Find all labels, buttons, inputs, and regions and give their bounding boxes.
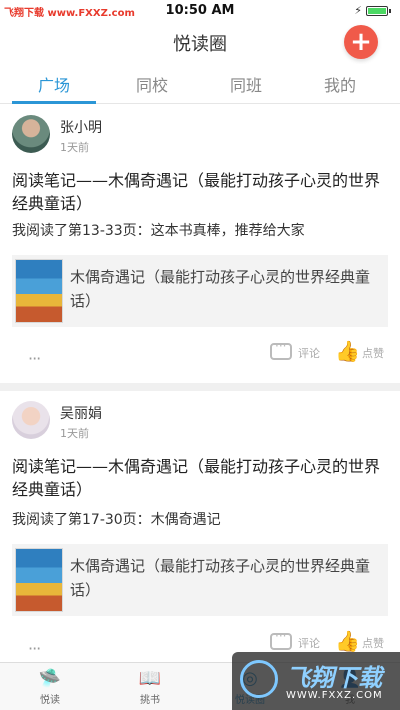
feed: 张小明 1天前 阅读笔记——木偶奇遇记（最能打动孩子心灵的世界经典童话） 我阅读…: [0, 105, 400, 671]
book-card[interactable]: 木偶奇遇记（最能打动孩子心灵的世界经典童话）: [12, 544, 388, 616]
tabbar-item-pick-book[interactable]: 📖 挑书: [100, 663, 200, 710]
post-time: 1天前: [60, 427, 89, 440]
like-label[interactable]: 点赞: [362, 635, 384, 651]
post-title[interactable]: 阅读笔记——木偶奇遇记（最能打动孩子心灵的世界经典童话）: [12, 455, 388, 501]
tab-square[interactable]: 广场: [4, 72, 104, 96]
more-icon[interactable]: ···: [28, 639, 41, 658]
tab-mine[interactable]: 我的: [290, 72, 390, 96]
watermark: 飞翔下载 WWW.FXXZ.COM: [232, 652, 400, 710]
battery-icon: [366, 6, 391, 16]
top-tabs: 广场 同校 同班 我的: [0, 64, 400, 104]
post-body: 我阅读了第17-30页：木偶奇遇记: [12, 512, 221, 528]
tab-same-school[interactable]: 同校: [102, 72, 202, 96]
comment-label[interactable]: 评论: [298, 345, 320, 361]
book-cover-image: [15, 548, 63, 612]
ufo-icon: 🛸: [38, 668, 62, 689]
thumbs-up-icon[interactable]: 👍: [335, 339, 360, 363]
charging-icon: ⚡: [354, 4, 362, 17]
watermark-logo-icon: [240, 660, 278, 698]
tabbar-item-read[interactable]: 🛸 悦读: [0, 663, 100, 710]
nav-bar: 悦读圈 +: [0, 22, 400, 64]
avatar[interactable]: [12, 401, 50, 439]
tab-indicator: [12, 101, 96, 104]
comment-icon[interactable]: [270, 339, 292, 360]
comment-icon[interactable]: [270, 629, 292, 650]
book-title: 木偶奇遇记（最能打动孩子心灵的世界经典童话）: [70, 268, 371, 310]
post-title[interactable]: 阅读笔记——木偶奇遇记（最能打动孩子心灵的世界经典童话）: [12, 169, 388, 215]
watermark-text: 飞翔下载: [286, 664, 382, 692]
tabbar-label: 悦读: [40, 695, 60, 706]
status-time: 10:50 AM: [165, 3, 235, 18]
comment-label[interactable]: 评论: [298, 635, 320, 651]
post-username[interactable]: 张小明: [60, 117, 102, 137]
page-title: 悦读圈: [173, 34, 227, 55]
thumbs-up-icon[interactable]: 👍: [335, 629, 360, 653]
more-icon[interactable]: ···: [28, 349, 41, 368]
feed-post: 吴丽娟 1天前 阅读笔记——木偶奇遇记（最能打动孩子心灵的世界经典童话） 我阅读…: [0, 391, 400, 671]
tab-same-class[interactable]: 同班: [196, 72, 296, 96]
plus-icon: +: [350, 27, 372, 57]
book-title: 木偶奇遇记（最能打动孩子心灵的世界经典童话）: [70, 557, 371, 599]
tabbar-label: 挑书: [140, 695, 160, 706]
avatar[interactable]: [12, 115, 50, 153]
book-icon: 📖: [138, 668, 162, 689]
add-post-button[interactable]: +: [344, 25, 378, 59]
post-username[interactable]: 吴丽娟: [60, 403, 102, 423]
status-bar: 飞翔下载 www.FXXZ.com 10:50 AM ⚡: [0, 0, 400, 22]
like-label[interactable]: 点赞: [362, 345, 384, 361]
post-time: 1天前: [60, 141, 89, 154]
watermark-url: WWW.FXXZ.COM: [286, 690, 383, 701]
book-cover-image: [15, 259, 63, 323]
post-actions: ··· 评论 👍 点赞: [0, 339, 400, 368]
divider: [0, 383, 400, 391]
post-body: 我阅读了第13-33页：这本书真棒，推荐给大家: [12, 223, 305, 239]
book-card[interactable]: 木偶奇遇记（最能打动孩子心灵的世界经典童话）: [12, 255, 388, 327]
feed-post: 张小明 1天前 阅读笔记——木偶奇遇记（最能打动孩子心灵的世界经典童话） 我阅读…: [0, 105, 400, 383]
